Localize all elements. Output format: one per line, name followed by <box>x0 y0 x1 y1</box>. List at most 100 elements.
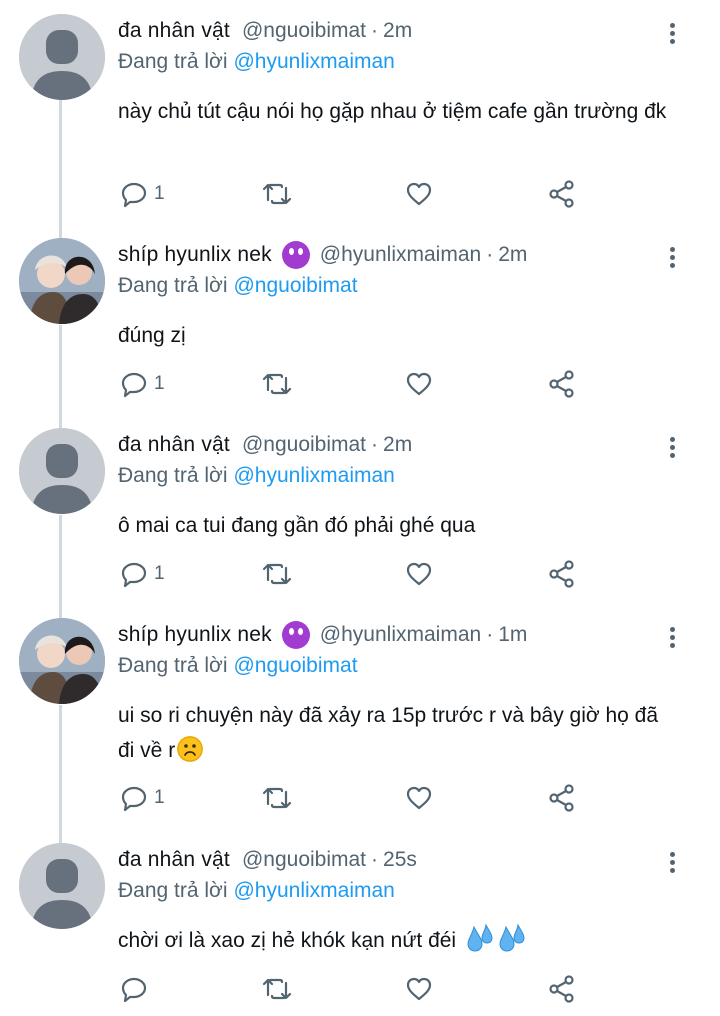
display-name[interactable]: đa nhân vật <box>118 433 230 457</box>
tweet-text: ô mai ca tui đang gần đó phải ghé qua <box>118 514 476 537</box>
reply-button[interactable]: 1 <box>120 174 165 214</box>
display-name[interactable]: đa nhân vật <box>118 19 230 43</box>
retweet-icon <box>262 787 292 809</box>
display-name[interactable]: shíp hyunlix nek <box>118 623 272 647</box>
avatar[interactable] <box>19 618 105 704</box>
more-icon[interactable] <box>662 244 682 272</box>
share-icon <box>549 180 574 208</box>
share-button[interactable] <box>548 778 576 818</box>
more-icon[interactable] <box>662 849 682 877</box>
reply-button[interactable]: 1 <box>120 554 165 594</box>
share-button[interactable] <box>548 554 576 594</box>
profile-photo <box>19 618 105 704</box>
tweet-header: đa nhân vật @nguoibimat · 2m <box>118 428 412 462</box>
retweet-button[interactable] <box>262 364 292 404</box>
retweet-button[interactable] <box>262 554 292 594</box>
retweet-icon <box>262 978 292 1000</box>
avatar[interactable] <box>19 843 105 929</box>
replying-label: Đang trả lời <box>118 654 228 677</box>
default-avatar-icon <box>19 14 105 100</box>
tweet[interactable]: đa nhân vật @nguoibimat · 2m Đang trả lờ… <box>0 428 720 598</box>
tweet-header: đa nhân vật @nguoibimat · 25s <box>118 843 417 877</box>
user-handle[interactable]: @hyunlixmaiman <box>320 623 481 647</box>
like-icon <box>406 372 432 396</box>
separator-dot: · <box>371 19 379 42</box>
mention-link[interactable]: @nguoibimat <box>233 654 357 677</box>
retweet-button[interactable] <box>262 174 292 214</box>
replying-label: Đang trả lời <box>118 274 228 297</box>
user-handle[interactable]: @nguoibimat <box>242 433 366 457</box>
action-bar <box>0 969 720 1009</box>
tweet-header: shíp hyunlix nek @hyunlixmaiman · 2m <box>118 238 527 272</box>
like-icon <box>406 562 432 586</box>
reply-icon <box>121 372 147 398</box>
retweet-button[interactable] <box>262 778 292 818</box>
replying-label: Đang trả lời <box>118 50 228 73</box>
share-icon <box>549 560 574 588</box>
mention-link[interactable]: @hyunlixmaiman <box>233 879 394 902</box>
profile-photo <box>19 238 105 324</box>
like-button[interactable] <box>405 364 433 404</box>
reply-icon <box>121 562 147 588</box>
default-avatar-icon <box>19 428 105 514</box>
like-button[interactable] <box>405 778 433 818</box>
user-handle[interactable]: @nguoibimat <box>242 848 366 872</box>
timestamp[interactable]: 1m <box>498 623 527 647</box>
share-icon <box>549 975 574 1003</box>
reply-button[interactable]: 1 <box>120 778 165 818</box>
replying-label: Đang trả lời <box>118 464 228 487</box>
retweet-icon <box>262 183 292 205</box>
tweet[interactable]: đa nhân vật @nguoibimat · 25s Đang trả l… <box>0 843 720 1016</box>
action-bar: 1 <box>0 174 720 214</box>
reply-button[interactable]: 1 <box>120 364 165 404</box>
replying-to: Đang trả lời @hyunlixmaiman <box>118 464 395 488</box>
mention-link[interactable]: @hyunlixmaiman <box>233 50 394 73</box>
tweet[interactable]: shíp hyunlix nek @hyunlixmaiman · 2m Đan… <box>0 238 720 408</box>
share-button[interactable] <box>548 969 576 1009</box>
separator-dot: · <box>486 623 494 646</box>
user-handle[interactable]: @hyunlixmaiman <box>320 243 481 267</box>
avatar[interactable] <box>19 14 105 100</box>
replying-to: Đang trả lời @hyunlixmaiman <box>118 879 395 903</box>
avatar[interactable] <box>19 428 105 514</box>
separator-dot: · <box>371 433 379 456</box>
separator-dot: · <box>371 848 379 871</box>
timestamp[interactable]: 2m <box>383 433 412 457</box>
tweet-text: này chủ tút cậu nói họ gặp nhau ở tiệm c… <box>118 100 667 123</box>
more-icon[interactable] <box>662 20 682 48</box>
tweet[interactable]: đa nhân vật @nguoibimat · 2m Đang trả lờ… <box>0 14 720 220</box>
reply-button[interactable] <box>120 969 148 1009</box>
display-name[interactable]: đa nhân vật <box>118 848 230 872</box>
like-icon <box>406 786 432 810</box>
tweet-text-block: chời ơi là xao zị hẻ khók kạn nứt đéi <box>118 923 678 958</box>
like-button[interactable] <box>405 174 433 214</box>
smiling-devil-emoji <box>281 241 310 269</box>
reply-count: 1 <box>154 183 165 204</box>
timestamp[interactable]: 2m <box>498 243 527 267</box>
more-icon[interactable] <box>662 624 682 652</box>
timestamp[interactable]: 25s <box>383 848 417 872</box>
display-name[interactable]: shíp hyunlix nek <box>118 243 272 267</box>
like-icon <box>406 182 432 206</box>
tweet-text-block: ui so ri chuyện này đã xảy ra 15p trước … <box>118 698 678 768</box>
more-icon[interactable] <box>662 434 682 462</box>
separator-dot: · <box>486 243 494 266</box>
reply-count: 1 <box>154 373 165 394</box>
replying-label: Đang trả lời <box>118 879 228 902</box>
tweet[interactable]: shíp hyunlix nek @hyunlixmaiman · 1m Đan… <box>0 618 720 824</box>
user-handle[interactable]: @nguoibimat <box>242 19 366 43</box>
replying-to: Đang trả lời @nguoibimat <box>118 274 358 298</box>
like-icon <box>406 977 432 1001</box>
replying-to: Đang trả lời @hyunlixmaiman <box>118 50 395 74</box>
timestamp[interactable]: 2m <box>383 19 412 43</box>
mention-link[interactable]: @nguoibimat <box>233 274 357 297</box>
avatar[interactable] <box>19 238 105 324</box>
share-button[interactable] <box>548 364 576 404</box>
like-button[interactable] <box>405 969 433 1009</box>
share-icon <box>549 784 574 812</box>
retweet-button[interactable] <box>262 969 292 1009</box>
mention-link[interactable]: @hyunlixmaiman <box>233 464 394 487</box>
share-button[interactable] <box>548 174 576 214</box>
like-button[interactable] <box>405 554 433 594</box>
action-bar: 1 <box>0 554 720 594</box>
